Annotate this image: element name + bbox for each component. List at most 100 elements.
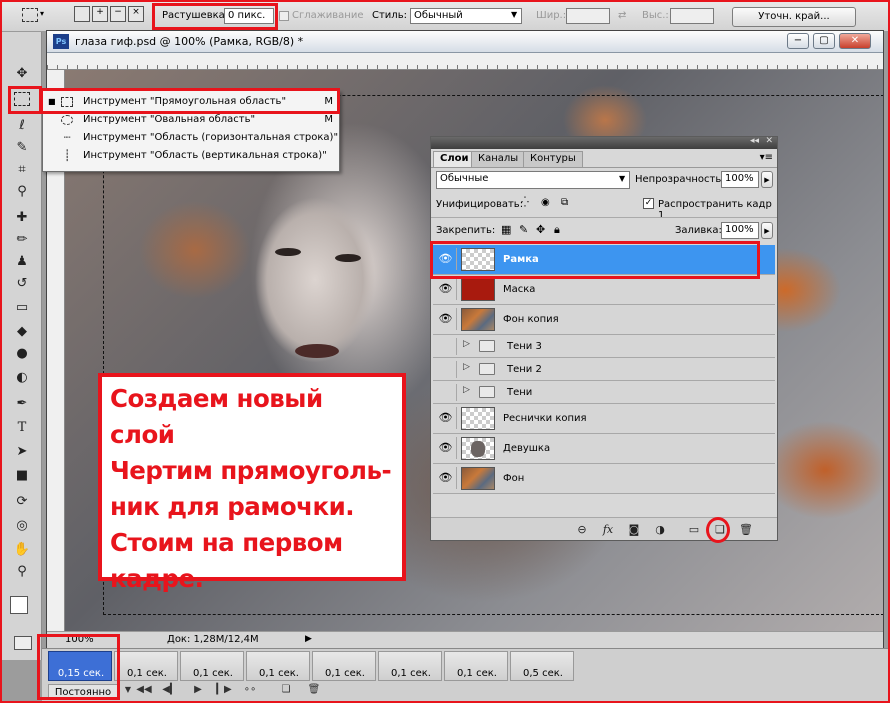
delete-frame-icon[interactable]: 🗑︎ [304, 682, 324, 698]
tween-icon[interactable]: ∘∘ [240, 682, 260, 698]
minimize-button[interactable]: − [787, 33, 809, 49]
close-button[interactable]: ✕ [839, 33, 871, 49]
eye-icon[interactable]: 👁︎ [435, 278, 457, 300]
layer-group-row[interactable]: ▷ Тени [433, 381, 775, 404]
style-select[interactable]: Обычный [410, 8, 522, 24]
marquee-preset-icon[interactable] [22, 8, 38, 22]
swap-icon[interactable]: ⇄ [618, 10, 626, 21]
maximize-button[interactable]: ▢ [813, 33, 835, 49]
3d-rotate-icon[interactable]: ⟳ [11, 492, 33, 512]
layer-row[interactable]: 👁︎ Девушка [433, 434, 775, 464]
path-select-icon[interactable]: ➤ [11, 442, 33, 462]
expand-triangle-icon[interactable]: ▷ [463, 385, 470, 395]
layer-group-row[interactable]: ▷ Тени 2 [433, 358, 775, 381]
frame-delay[interactable]: 0,5 сек. [511, 668, 575, 679]
animation-frame[interactable]: 0,5 сек. [510, 651, 574, 681]
animation-frame[interactable]: 0,1 сек. [444, 651, 508, 681]
panel-menu-icon[interactable]: ▾≡ [760, 152, 773, 163]
opacity-arrow-icon[interactable]: ▶ [761, 171, 773, 188]
type-tool-icon[interactable]: T [11, 418, 33, 438]
add-selection-icon[interactable]: + [92, 6, 108, 22]
lasso-tool-icon[interactable]: ℓ [11, 116, 33, 136]
frame-delay[interactable]: 0,1 сек. [379, 668, 443, 679]
blur-tool-icon[interactable]: ● [11, 344, 33, 364]
propagate-checkbox[interactable]: ✓ [643, 198, 654, 209]
eyedropper-tool-icon[interactable]: ⚲ [11, 182, 33, 202]
layer-row[interactable]: 👁︎ Фон копия [433, 305, 775, 335]
eye-icon[interactable]: 👁︎ [435, 308, 457, 330]
next-frame-icon[interactable]: ▎▶ [214, 682, 234, 698]
hidden-eye-slot[interactable] [435, 361, 457, 378]
hidden-eye-slot[interactable] [435, 384, 457, 401]
expand-triangle-icon[interactable]: ▷ [463, 362, 470, 372]
new-group-icon[interactable]: ▭ [685, 522, 703, 538]
animation-frame[interactable]: 0,1 сек. [246, 651, 310, 681]
intersect-selection-icon[interactable]: × [128, 6, 144, 22]
pen-tool-icon[interactable]: ✒ [11, 394, 33, 414]
history-brush-icon[interactable]: ↺ [11, 274, 33, 294]
frame-delay[interactable]: 0,1 сек. [313, 668, 377, 679]
layer-row[interactable]: 👁︎ Реснички копия [433, 404, 775, 434]
blend-mode-select[interactable]: Обычные [436, 171, 630, 189]
layer-row[interactable]: 👁︎ Маска [433, 275, 775, 305]
expand-triangle-icon[interactable]: ▷ [463, 339, 470, 349]
tab-layers[interactable]: Слои [433, 151, 476, 167]
eraser-tool-icon[interactable]: ▭ [11, 298, 33, 318]
layer-row[interactable]: 👁︎ Фон [433, 464, 775, 494]
fill-arrow-icon[interactable]: ▶ [761, 222, 773, 239]
fill-input[interactable]: 100% [721, 222, 759, 239]
new-selection-icon[interactable] [74, 6, 90, 22]
add-mask-icon[interactable]: ◙ [625, 522, 643, 538]
height-input[interactable] [670, 8, 714, 24]
3d-orbit-icon[interactable]: ◎ [11, 516, 33, 536]
collapse-icon[interactable]: ◂◂ [750, 136, 759, 146]
brush-tool-icon[interactable]: ✏ [11, 230, 33, 250]
tab-paths[interactable]: Контуры [523, 151, 583, 167]
frame-delay[interactable]: 0,1 сек. [115, 668, 179, 679]
opacity-input[interactable]: 100% [721, 171, 759, 188]
close-panel-icon[interactable]: ✕ [765, 136, 773, 146]
first-frame-icon[interactable]: ◀◀ [134, 682, 154, 698]
unify-position-icon[interactable]: ⁛ [521, 197, 529, 208]
quick-select-tool-icon[interactable]: ✎ [11, 138, 33, 158]
lock-position-icon[interactable]: ✥ [536, 223, 545, 236]
animation-frame[interactable]: 0,1 сек. [378, 651, 442, 681]
duplicate-frame-icon[interactable]: ❏ [276, 682, 296, 698]
refine-edge-button[interactable]: Уточн. край... [732, 7, 856, 27]
flyout-item-column[interactable]: ┊ Инструмент "Область (вертикальная стро… [43, 147, 339, 165]
prev-frame-icon[interactable]: ◀▎ [160, 682, 180, 698]
tab-channels[interactable]: Каналы [471, 151, 526, 167]
clone-stamp-icon[interactable]: ♟ [11, 252, 33, 272]
frame-delay[interactable]: 0,1 сек. [445, 668, 509, 679]
paint-bucket-icon[interactable]: ◆ [11, 322, 33, 342]
trash-icon[interactable]: 🗑︎ [737, 522, 755, 538]
move-tool-icon[interactable]: ✥ [11, 64, 33, 84]
eye-icon[interactable]: 👁︎ [435, 407, 457, 429]
hand-tool-icon[interactable]: ✋ [11, 540, 33, 560]
hidden-eye-slot[interactable] [435, 338, 457, 355]
crop-tool-icon[interactable]: ⌗ [11, 160, 33, 180]
subtract-selection-icon[interactable]: − [110, 6, 126, 22]
status-arrow-icon[interactable]: ▶ [305, 634, 312, 644]
animation-frame[interactable]: 0,1 сек. [114, 651, 178, 681]
quick-mask-icon[interactable] [14, 636, 32, 650]
lock-all-icon[interactable]: 🔒︎ [554, 223, 560, 237]
flyout-item-row[interactable]: ┈ Инструмент "Область (горизонтальная ст… [43, 129, 339, 147]
layer-group-row[interactable]: ▷ Тени 3 [433, 335, 775, 358]
chevron-down-icon[interactable]: ▾ [40, 9, 44, 18]
play-icon[interactable]: ▶ [188, 682, 208, 698]
animation-frame[interactable]: 0,1 сек. [180, 651, 244, 681]
link-layers-icon[interactable]: ⊖ [573, 522, 591, 538]
foreground-color-swatch[interactable] [10, 596, 28, 614]
frame-delay[interactable]: 0,1 сек. [247, 668, 311, 679]
antialias-checkbox[interactable] [279, 11, 289, 21]
lock-transparency-icon[interactable]: ▦ [501, 223, 511, 236]
width-input[interactable] [566, 8, 610, 24]
zoom-tool-icon[interactable]: ⚲ [11, 562, 33, 582]
eye-icon[interactable]: 👁︎ [435, 437, 457, 459]
adjustment-layer-icon[interactable]: ◑ [651, 522, 669, 538]
unify-style-icon[interactable]: ⧉ [561, 197, 568, 208]
dodge-tool-icon[interactable]: ◐ [11, 368, 33, 388]
unify-visibility-icon[interactable]: ◉ [541, 197, 550, 208]
healing-brush-icon[interactable]: ✚ [11, 208, 33, 228]
